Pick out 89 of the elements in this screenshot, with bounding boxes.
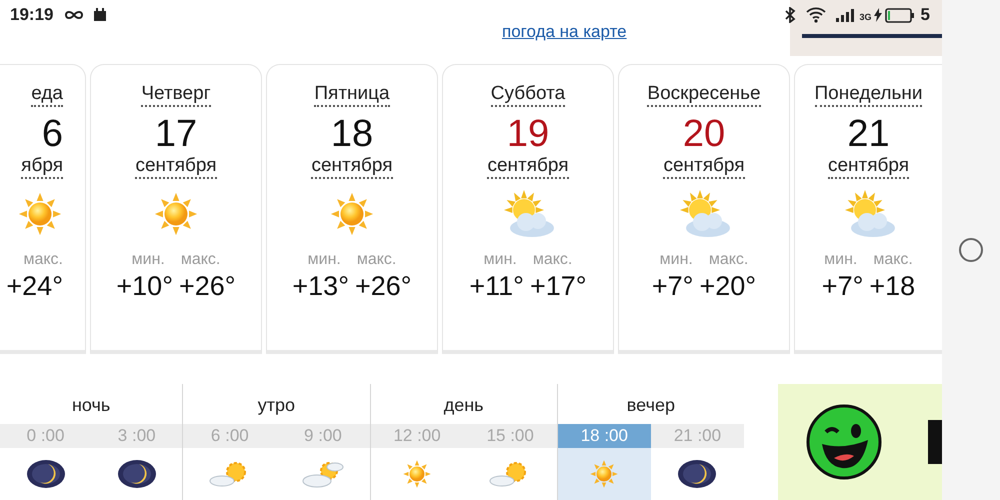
day-number: 21 <box>847 114 890 153</box>
month: сентября <box>663 154 745 179</box>
day-card[interactable]: Суббота 19 сентября мин. макс. +11° +17° <box>442 64 614 354</box>
max-temperature: +26° <box>179 270 236 302</box>
weekday: Суббота <box>490 83 566 107</box>
max-temperature: +20° <box>699 270 756 302</box>
day-card[interactable]: Воскресенье 20 сентября мин. макс. +7° +20° <box>618 64 790 354</box>
max-label: макс. <box>873 250 913 269</box>
calendar-icon <box>93 8 108 22</box>
period-label: ночь <box>70 394 112 417</box>
min-temperature: +13° <box>292 270 349 302</box>
time-slot[interactable]: 6 :00 <box>183 424 276 500</box>
slot-time: 9 :00 <box>276 424 370 448</box>
max-temperature: +24° <box>6 270 63 302</box>
ad-graphic <box>928 420 942 464</box>
min-label: мин. <box>484 250 517 269</box>
min-temperature: +10° <box>116 270 173 302</box>
weekday: еда <box>31 83 63 107</box>
time-slot[interactable]: 9 :00 <box>276 424 370 500</box>
max-label: макс. <box>532 250 572 269</box>
network-type: 3G <box>860 12 872 22</box>
max-temperature: +26° <box>355 270 412 302</box>
weekday: Четверг <box>141 83 211 107</box>
map-link[interactable]: погода на карте <box>502 23 627 40</box>
period-label: утро <box>256 394 296 417</box>
laughing-smiley-icon <box>806 404 882 480</box>
sun-cloud-icon <box>300 459 345 489</box>
time-slot[interactable]: 15 :00 <box>464 424 557 500</box>
day-number: 20 <box>682 114 726 153</box>
max-label: макс. <box>356 250 396 269</box>
infinity-icon <box>63 9 86 21</box>
home-button[interactable] <box>959 238 983 262</box>
weekday: Воскресенье <box>647 83 761 107</box>
max-label: макс. <box>180 250 220 269</box>
slot-time: 0 :00 <box>0 424 92 448</box>
time-slot[interactable]: 12 :00 <box>370 424 464 500</box>
slot-time: 3 :00 <box>91 424 182 448</box>
month: сентября <box>828 154 910 179</box>
time-slot[interactable]: 21 :00 <box>650 424 744 500</box>
max-label: макс. <box>23 250 63 269</box>
period-label: день <box>442 394 485 417</box>
weekday: Понедельни <box>814 83 922 107</box>
day-number: 18 <box>330 114 374 153</box>
weekday: Пятница <box>314 83 390 107</box>
month: сентября <box>487 154 569 179</box>
sun-icon <box>329 190 375 237</box>
max-temperature: +17° <box>530 270 587 302</box>
battery-level: 5 <box>920 5 930 25</box>
min-temperature: +11° <box>469 270 524 302</box>
period-label: вечер <box>626 394 676 417</box>
bluetooth-icon <box>784 7 796 23</box>
sun-icon <box>402 459 432 489</box>
month: сентября <box>135 154 217 179</box>
wifi-icon <box>806 7 826 23</box>
month: сентября <box>311 154 393 179</box>
min-label: мин. <box>132 250 165 269</box>
max-label: макс. <box>708 250 748 269</box>
time-slot[interactable]: 18 :00 <box>558 424 651 500</box>
slot-time: 15 :00 <box>464 424 557 448</box>
sun-icon <box>17 190 63 237</box>
min-temperature: +7° <box>652 270 694 302</box>
slot-time: 12 :00 <box>370 424 464 448</box>
sun-icon <box>589 459 620 489</box>
day-card[interactable]: Четверг 17 сентября мин. макс. +10° +26° <box>90 64 262 354</box>
moon-icon <box>677 459 718 489</box>
time-slot[interactable]: 3 :00 <box>91 424 182 500</box>
max-temperature: +18 <box>869 270 916 302</box>
slot-time: 6 :00 <box>183 424 276 448</box>
day-number: 6 <box>42 114 63 153</box>
time-slot[interactable]: 0 :00 <box>0 424 92 500</box>
status-time: 19:19 <box>10 5 54 25</box>
ad-banner[interactable] <box>778 384 942 500</box>
moon-icon <box>116 459 157 489</box>
battery-icon <box>884 8 915 22</box>
day-card[interactable]: еда 6 ября макс. +24° <box>0 64 86 354</box>
min-label: мин. <box>308 250 341 269</box>
day-number: 19 <box>506 114 550 153</box>
day-card[interactable]: Понедельни 21 сентября мин. макс. +7° +18 <box>794 64 942 354</box>
month: ября <box>21 154 63 179</box>
day-number: 17 <box>154 114 198 153</box>
moon-icon <box>26 459 66 489</box>
slot-time: 18 :00 <box>558 424 651 448</box>
day-card[interactable]: Пятница 18 сентября мин. макс. +13° +26° <box>266 64 438 354</box>
sun-icon <box>153 190 199 237</box>
min-label: мин. <box>824 250 858 269</box>
min-temperature: +7° <box>822 270 864 302</box>
slot-time: 21 :00 <box>650 424 744 448</box>
min-label: мин. <box>660 250 693 269</box>
charging-icon <box>874 8 882 22</box>
